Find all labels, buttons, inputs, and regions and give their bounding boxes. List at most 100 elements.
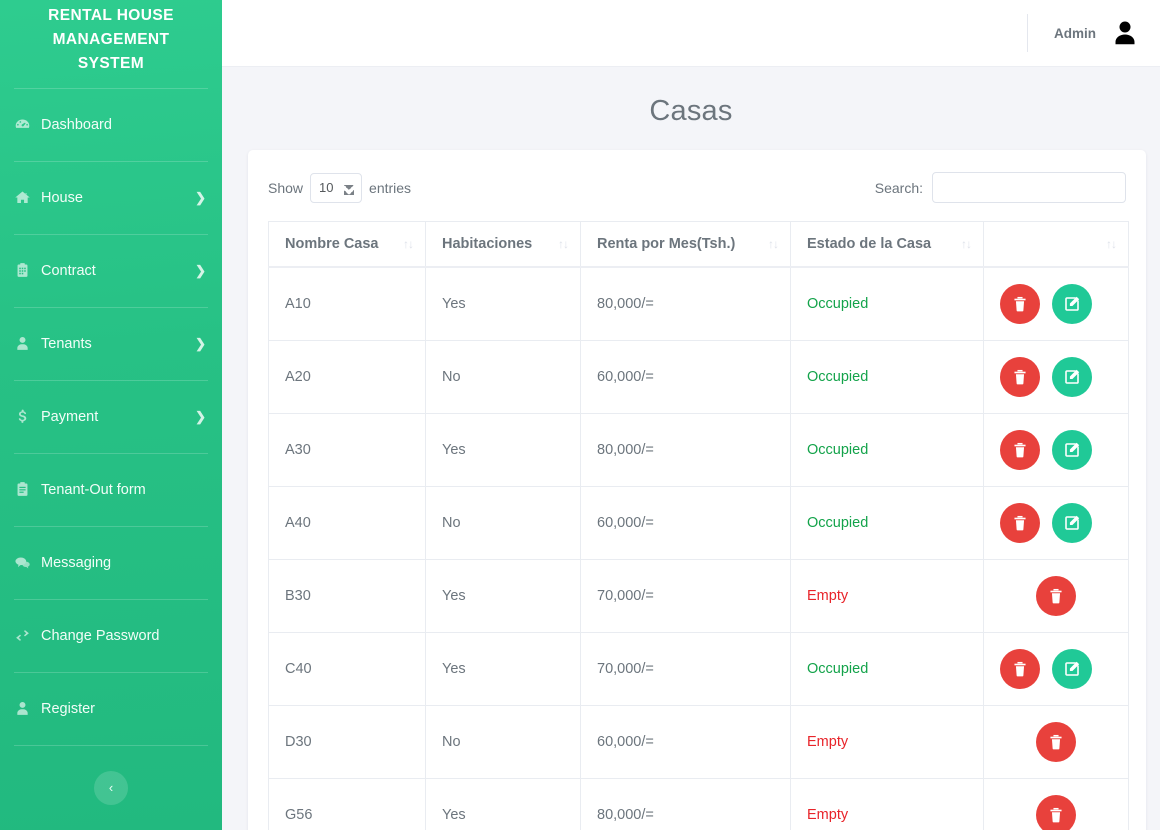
cell-nombre-casa: D30 (268, 705, 426, 779)
delete-button[interactable] (1000, 649, 1040, 689)
sidebar-item-label: Register (41, 700, 95, 717)
table-row: A10 Yes 80,000/= Occupied (268, 266, 1129, 341)
delete-button[interactable] (1000, 503, 1040, 543)
header-label: Nombre Casa (285, 236, 379, 252)
table-card: Show 102550100 entries Search: (248, 150, 1146, 830)
edit-button[interactable] (1052, 284, 1092, 324)
sidebar-item-tenant-out-form[interactable]: Tenant-Out form (0, 454, 222, 526)
sidebar-item-contract[interactable]: Contract ❯ (0, 235, 222, 307)
table-head: Nombre Casa ↑↓ Habitaciones ↑↓ Renta por… (268, 221, 1129, 268)
status-badge: Occupied (807, 661, 869, 677)
cell-renta-por-mes: 60,000/= (580, 486, 791, 560)
page-title: Casas (649, 95, 733, 127)
action-button-group (1000, 722, 1112, 762)
cell-habitaciones: Yes (425, 778, 581, 830)
table-row: B30 Yes 70,000/= Empty (268, 559, 1129, 633)
trash-icon (1011, 368, 1029, 386)
header-label: Renta por Mes(Tsh.) (597, 236, 736, 252)
table-header-estado-de-la-casa[interactable]: Estado de la Casa ↑↓ (790, 221, 984, 268)
sidebar-item-register[interactable]: Register (0, 673, 222, 745)
status-badge: Occupied (807, 296, 869, 312)
sidebar-nav: Dashboard House ❯ Contract ❯ Tenants ❯ Payment ❯… (0, 89, 222, 746)
clipboard-icon (14, 262, 38, 279)
sort-updown-icon: ↑↓ (768, 237, 779, 251)
edit-button[interactable] (1052, 357, 1092, 397)
sidebar-item-label: Messaging (41, 554, 112, 571)
cell-renta-por-mes: 70,000/= (580, 559, 791, 633)
sort-updown-icon: ↑↓ (1106, 237, 1117, 251)
sidebar-item-label: Tenants (41, 335, 92, 352)
chevron-right-icon: ❯ (195, 335, 206, 351)
chevron-right-icon: ❯ (195, 408, 206, 424)
action-button-group (1000, 503, 1112, 543)
action-button-group (1000, 576, 1112, 616)
topbar: Admin (222, 0, 1160, 67)
cell-actions (983, 705, 1129, 779)
sidebar-item-tenants[interactable]: Tenants ❯ (0, 308, 222, 380)
sidebar-item-label: House (41, 189, 83, 206)
sidebar-item-house[interactable]: House ❯ (0, 162, 222, 234)
edit-button[interactable] (1052, 503, 1092, 543)
search-input[interactable] (932, 172, 1126, 203)
trash-icon (1011, 441, 1029, 459)
action-button-group (1000, 430, 1112, 470)
app-root: RENTAL HOUSE MANAGEMENT SYSTEM Dashboard… (0, 0, 1160, 830)
sidebar-collapse-button[interactable]: ‹ (94, 770, 128, 805)
user-avatar-icon[interactable] (1110, 18, 1140, 48)
delete-button[interactable] (1000, 430, 1040, 470)
sidebar-item-change-password[interactable]: Change Password (0, 600, 222, 672)
cell-habitaciones: Yes (425, 559, 581, 633)
cell-actions (983, 413, 1129, 487)
table-row: A30 Yes 80,000/= Occupied (268, 413, 1129, 487)
table-header-nombre-casa[interactable]: Nombre Casa ↑↓ (268, 221, 426, 268)
cell-renta-por-mes: 80,000/= (580, 413, 791, 487)
sidebar-item-label: Dashboard (41, 116, 112, 133)
delete-button[interactable] (1036, 795, 1076, 830)
delete-button[interactable] (1000, 357, 1040, 397)
table-header-habitaciones[interactable]: Habitaciones ↑↓ (425, 221, 581, 268)
trash-icon (1011, 660, 1029, 678)
clipboard-list-icon (14, 481, 38, 498)
cell-renta-por-mes: 70,000/= (580, 632, 791, 706)
cell-estado-casa: Occupied (790, 413, 984, 487)
delete-button[interactable] (1000, 284, 1040, 324)
cell-estado-casa: Empty (790, 778, 984, 830)
table-header-renta-por-mes-tsh[interactable]: Renta por Mes(Tsh.) ↑↓ (580, 221, 791, 268)
trash-icon (1011, 514, 1029, 532)
sidebar: RENTAL HOUSE MANAGEMENT SYSTEM Dashboard… (0, 0, 222, 830)
table-row: A40 No 60,000/= Occupied (268, 486, 1129, 560)
status-badge: Occupied (807, 442, 869, 458)
show-label: Show (268, 179, 304, 196)
edit-button[interactable] (1052, 649, 1092, 689)
cell-renta-por-mes: 80,000/= (580, 778, 791, 830)
table-row: C40 Yes 70,000/= Occupied (268, 632, 1129, 706)
table-header-actions[interactable]: ↑↓ (983, 221, 1129, 268)
header-label: Habitaciones (442, 236, 533, 252)
cell-actions (983, 632, 1129, 706)
status-badge: Empty (807, 588, 849, 604)
table-row: A20 No 60,000/= Occupied (268, 340, 1129, 414)
main-area: Admin Casas Show 102550100 entries (222, 0, 1160, 830)
chevron-left-icon: ‹ (108, 780, 114, 796)
cell-habitaciones: No (425, 486, 581, 560)
status-badge: Empty (807, 807, 849, 823)
edit-button[interactable] (1052, 430, 1092, 470)
user-plus-icon (14, 700, 38, 717)
sidebar-item-dashboard[interactable]: Dashboard (0, 89, 222, 161)
cell-estado-casa: Occupied (790, 266, 984, 341)
entries-length-select[interactable]: 102550100 (310, 172, 363, 203)
cell-renta-por-mes: 60,000/= (580, 705, 791, 779)
cell-actions (983, 266, 1129, 341)
collapse-area: ‹ (0, 746, 222, 830)
delete-button[interactable] (1036, 576, 1076, 616)
edit-pencil-icon (1063, 441, 1081, 459)
sort-updown-icon: ↑↓ (403, 237, 414, 251)
user-icon (14, 335, 38, 352)
sidebar-item-payment[interactable]: Payment ❯ (0, 381, 222, 453)
action-button-group (1000, 795, 1112, 830)
delete-button[interactable] (1036, 722, 1076, 762)
status-badge: Occupied (807, 515, 869, 531)
dashboard-icon (14, 116, 38, 133)
cell-habitaciones: Yes (425, 632, 581, 706)
sidebar-item-messaging[interactable]: Messaging (0, 527, 222, 599)
